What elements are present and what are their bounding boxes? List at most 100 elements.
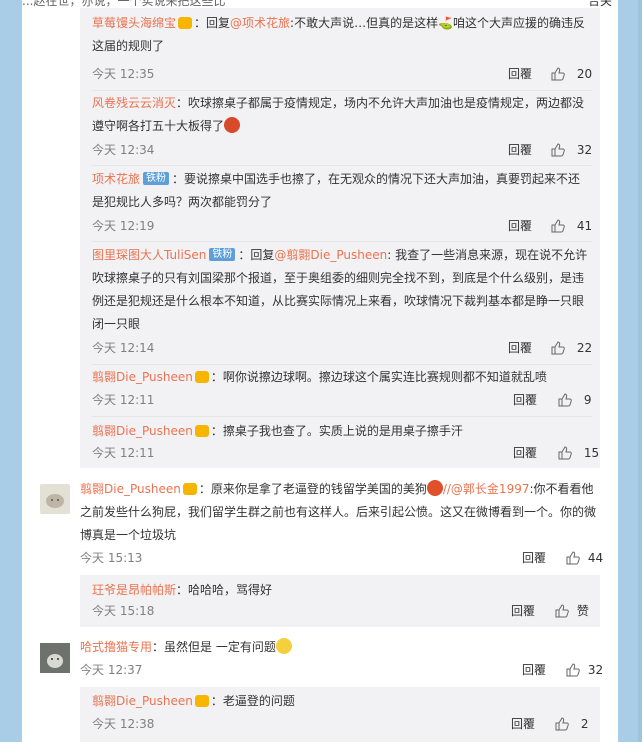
reply-text: 啊你说擦边球啊。擦边球这个属实连比赛规则都不知道就乱喷 [222, 370, 547, 384]
like-button[interactable]: 2 [555, 714, 588, 734]
like-count: 2 [580, 717, 589, 731]
reply-button[interactable]: 回覆 [522, 660, 546, 680]
comment-text: 虽然但是 一定有问题 [164, 640, 276, 654]
cat-photo-avatar-icon [40, 643, 70, 673]
like-button[interactable]: 41 [551, 216, 592, 236]
vip-badge-icon [194, 370, 209, 383]
comment-meta: 今天 15:13 回覆 44 [80, 548, 603, 568]
comment-item: 翦翾Die_Pusheen ：原来你是拿了老逼登的钱留学美国的美狗//@郭长金19… [80, 478, 602, 547]
reply-meta: 今天 12:19 回覆 41 [92, 216, 592, 236]
like-count: 9 [583, 393, 592, 407]
reply-username[interactable]: 玨爷是昂帕帕斯 [92, 583, 176, 597]
timestamp: 今天 12:38 [92, 717, 155, 731]
vip-badge-icon [178, 16, 193, 29]
timestamp: 今天 12:37 [80, 663, 143, 677]
comment-meta: 今天 12:37 回覆 32 [80, 660, 603, 680]
like-count: 44 [587, 551, 604, 565]
reply-button[interactable]: 回覆 [508, 140, 532, 160]
like-button[interactable]: 9 [558, 390, 591, 410]
glasses-face-emoji-icon [275, 637, 292, 654]
reply-button[interactable]: 回覆 [511, 601, 535, 621]
timestamp: 今天 15:18 [92, 604, 155, 618]
divider [92, 90, 592, 91]
top-right-label[interactable]: 合关 [588, 0, 612, 8]
like-count: 22 [576, 341, 593, 355]
reply-button[interactable]: 回覆 [511, 714, 535, 734]
vip-badge-icon [194, 424, 209, 437]
avatar[interactable] [40, 484, 70, 514]
reply-meta: 今天 12:38 回覆 2 [92, 714, 592, 734]
reply-username[interactable]: 图里琛图大人TuliSen [92, 248, 206, 262]
reply-text: 擦桌子我也查了。实质上说的是用桌子擦手汗 [222, 424, 463, 438]
reply-text: 哈哈哈，骂得好 [188, 583, 273, 597]
timestamp: 今天 12:19 [92, 219, 155, 233]
reply-meta: 今天 12:35 回覆 20 [92, 64, 592, 84]
thumbs-up-icon [555, 716, 569, 730]
like-button[interactable]: 15 [558, 443, 599, 463]
like-count: 20 [576, 67, 593, 81]
reply-username[interactable]: 翦翾Die_Pusheen [92, 694, 193, 708]
like-button[interactable]: 44 [566, 548, 603, 568]
thumbs-up-icon [551, 66, 565, 80]
reply-button[interactable]: 回覆 [513, 390, 537, 410]
reply-item: 翦翾Die_Pusheen ：擦桌子我也查了。实质上说的是用桌子擦手汗 [92, 424, 463, 438]
vip-badge-icon [194, 694, 209, 707]
reply-meta: 今天 12:34 回覆 32 [92, 140, 592, 160]
timestamp: 今天 12:35 [92, 67, 155, 81]
timestamp: 今天 12:14 [92, 341, 155, 355]
reply-username[interactable]: 翦翾Die_Pusheen [92, 370, 193, 384]
like-button[interactable]: 32 [551, 140, 592, 160]
reply-username[interactable]: 项术花旅 [92, 172, 140, 186]
thumbs-up-icon [555, 603, 569, 617]
thumbs-up-icon [558, 392, 572, 406]
reply-item: 风卷残云云消灭：吹球擦桌子都属于疫情规定，场内不允许大声加油也是疫情规定，两边都… [92, 96, 585, 133]
like-count: 32 [576, 143, 593, 157]
reply-button[interactable]: 回覆 [522, 548, 546, 568]
like-button[interactable]: 20 [551, 64, 592, 84]
reply-item: 草莓馒头海绵宝 ：回复@项术花旅:不敢大声说…但真的是这样⛳咱这个大声应援的确违反… [92, 16, 586, 53]
reply-username[interactable]: 翦翾Die_Pusheen [92, 424, 193, 438]
cat-avatar-icon [46, 494, 64, 508]
reply-button[interactable]: 回覆 [508, 64, 532, 84]
reply-meta: 今天 15:18 回覆 赞 [92, 601, 592, 621]
reply-item: 玨爷是昂帕帕斯：哈哈哈，骂得好 [92, 583, 273, 597]
scrollbar[interactable] [638, 0, 642, 742]
thumbs-up-icon [551, 218, 565, 232]
comment-panel: ...赵在世，亦说，一个实说来把这些比 合关 草莓馒头海绵宝 ：回复@项术花旅:不… [22, 0, 618, 742]
reply-meta: 今天 12:11 回覆 9 [92, 390, 592, 410]
mention-link[interactable]: @翦翾Die_Pusheen [274, 248, 387, 262]
reply-username[interactable]: 风卷残云云消灭 [92, 96, 176, 110]
reply-username[interactable]: 草莓馒头海绵宝 [92, 16, 176, 30]
timestamp: 今天 15:13 [80, 551, 143, 565]
angry-emoji-icon [426, 479, 443, 496]
thumbs-up-icon [551, 142, 565, 156]
comment-username[interactable]: 翦翾Die_Pusheen [80, 482, 181, 496]
reply-button[interactable]: 回覆 [508, 338, 532, 358]
like-label: 赞 [576, 604, 589, 618]
reply-meta: 今天 12:11 回覆 15 [92, 443, 599, 463]
thumbs-up-icon [551, 340, 565, 354]
divider [92, 364, 592, 365]
timestamp: 今天 12:11 [92, 446, 155, 460]
divider [92, 241, 592, 242]
like-button[interactable]: 32 [566, 660, 603, 680]
like-button[interactable]: 赞 [555, 601, 589, 621]
thumbs-up-icon [566, 550, 580, 564]
reply-button[interactable]: 回覆 [513, 443, 537, 463]
reply-item: 图里琛图大人TuliSen 铁粉 ：回复@翦翾Die_Pusheen: 我查了一些消… [92, 248, 588, 331]
avatar[interactable] [40, 643, 70, 673]
reply-item: 项术花旅 铁粉 ：要说擦桌中国选手也擦了，在无观众的情况下还大声加油，真要罚起来不还… [92, 172, 581, 209]
thumbs-up-icon [558, 445, 572, 459]
reply-button[interactable]: 回覆 [508, 216, 532, 236]
vip-badge-icon [182, 482, 197, 495]
reply-item: 翦翾Die_Pusheen ：啊你说擦边球啊。擦边球这个属实连比赛规则都不知道就乱… [92, 370, 547, 384]
like-count: 41 [576, 219, 593, 233]
comment-username[interactable]: 哈式撸猫专用 [80, 640, 152, 654]
reply-meta: 今天 12:14 回覆 22 [92, 338, 592, 358]
like-button[interactable]: 22 [551, 338, 592, 358]
timestamp: 今天 12:34 [92, 143, 155, 157]
mention-link[interactable]: //@郭长金1997 [443, 482, 530, 496]
mention-link[interactable]: @项术花旅 [230, 16, 290, 30]
fan-badge: 铁粉 [143, 172, 170, 185]
top-cutoff-text: ...赵在世，亦说，一个实说来把这些比 合关 [22, 0, 618, 8]
